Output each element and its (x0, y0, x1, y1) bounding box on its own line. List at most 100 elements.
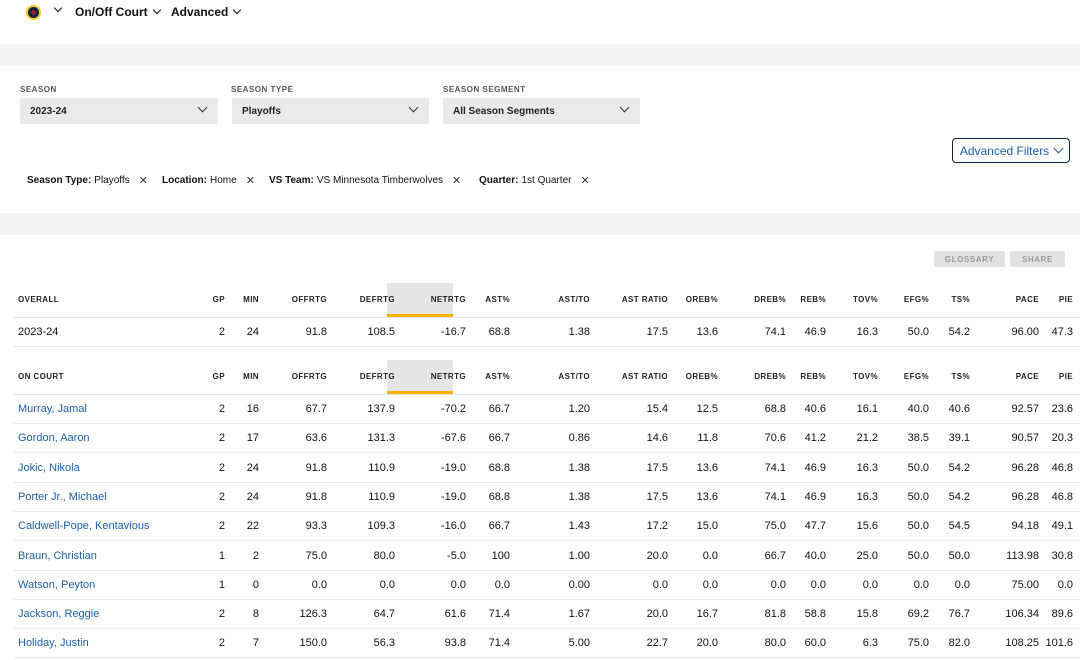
chip-key: Quarter: (479, 175, 519, 186)
column-header-oreb-pct[interactable]: OREB% (648, 281, 718, 317)
cell-ast-pct: 68.8 (488, 490, 510, 503)
cell-min: 24 (246, 326, 259, 338)
cell-ast-to: 0.00 (568, 578, 590, 591)
team-logo-icon[interactable] (26, 5, 41, 20)
close-icon[interactable]: ✕ (139, 174, 148, 187)
cell-min: 24 (246, 461, 259, 474)
cell-ast-pct: 71.4 (488, 637, 510, 650)
season-type-select[interactable]: Playoffs (232, 98, 429, 124)
cell-pie: 23.6 (1051, 403, 1073, 415)
cell-offrtg: 0.0 (311, 578, 327, 591)
on-court-header-row: ON COURT GP MIN OFFRTG DEFRTG NETRTG AST% AST/T… (14, 358, 1080, 394)
nav-item-label: On/Off Court (75, 5, 148, 19)
advanced-filters-label: Advanced Filters (959, 143, 1050, 158)
cell-offrtg: 126.3 (299, 608, 327, 621)
column-header-defrtg[interactable]: DEFRTG (325, 358, 395, 394)
cell-ast-to: 1.00 (568, 549, 590, 562)
cell-ast-to: 1.43 (568, 520, 590, 533)
cell-offrtg: 63.6 (305, 432, 327, 445)
column-header-pie[interactable]: PIE (1003, 281, 1073, 317)
column-header-offrtg[interactable]: OFFRTG (257, 281, 327, 317)
cell-ts-pct: 82.0 (948, 637, 970, 650)
nav-dropdown-advanced[interactable]: Advanced (171, 5, 242, 19)
cell-min: 24 (246, 490, 259, 503)
cell-pie: 46.8 (1051, 490, 1073, 503)
column-header-pie[interactable]: PIE (1003, 358, 1073, 394)
column-header-offrtg[interactable]: OFFRTG (257, 358, 327, 394)
cell-oreb-pct: 13.6 (696, 461, 718, 474)
column-header-ast-pct[interactable]: AST% (440, 281, 510, 317)
cell-min: 2 (252, 549, 259, 562)
cell-defrtg: 109.3 (367, 520, 395, 533)
season-value: 2023-24 (30, 105, 67, 117)
filter-chip-season-type: Season Type: Playoffs ✕ (27, 174, 148, 187)
cell-ast-pct: 0.0 (494, 578, 510, 591)
chip-value: 1st Quarter (521, 175, 572, 186)
season-segment-select[interactable]: All Season Segments (443, 98, 640, 124)
season-select[interactable]: 2023-24 (20, 98, 218, 124)
cell-oreb-pct: 15.0 (696, 520, 718, 533)
table-row: Murray, Jamal 2 16 67.7 137.9 -70.2 66.7 1.20 15… (14, 395, 1080, 424)
cell-ast-pct: 71.4 (488, 608, 510, 621)
filter-chip-location: Location: Home ✕ (162, 174, 255, 187)
column-header-ts-pct[interactable]: TS% (900, 281, 970, 317)
chevron-down-icon[interactable] (53, 3, 63, 13)
season-label: SEASON (20, 85, 57, 94)
glossary-button[interactable]: GLOSSARY (934, 251, 1005, 267)
column-header-defrtg[interactable]: DEFRTG (325, 281, 395, 317)
column-header-ast-to[interactable]: AST/TO (520, 281, 590, 317)
chevron-down-icon (152, 5, 161, 15)
cell-pie: 47.3 (1051, 326, 1073, 338)
close-icon[interactable]: ✕ (246, 174, 255, 187)
season-type-label: SEASON TYPE (231, 85, 294, 94)
chevron-down-icon (233, 5, 242, 15)
cell-ts-pct: 76.7 (948, 608, 970, 621)
cell-oreb-pct: 0.0 (702, 578, 718, 591)
cell-pie: 89.6 (1051, 608, 1073, 621)
chip-key: Season Type: (27, 175, 92, 186)
table-row: Porter Jr., Michael 2 24 91.8 110.9 -19.0 68.8… (14, 483, 1080, 512)
season-segment-label: SEASON SEGMENT (443, 85, 526, 94)
cell-defrtg: 131.3 (367, 432, 395, 445)
cell-offrtg: 67.7 (305, 403, 327, 415)
cell-ts-pct: 40.6 (948, 403, 970, 415)
cell-ast-to: 1.38 (568, 326, 590, 338)
table-row: Jackson, Reggie 2 8 126.3 64.7 61.6 71.4 1.67 20… (14, 600, 1080, 630)
column-header-min[interactable]: MIN (189, 358, 259, 394)
cell-ast-to: 1.67 (568, 608, 590, 621)
filter-chip-quarter: Quarter: 1st Quarter ✕ (479, 174, 590, 187)
advanced-filters-button[interactable]: Advanced Filters (952, 138, 1070, 163)
close-icon[interactable]: ✕ (580, 174, 589, 187)
column-header-ast-pct[interactable]: AST% (440, 358, 510, 394)
overall-header-row: OVERALL GP MIN OFFRTG DEFRTG NETRTG AST% AST/TO… (14, 281, 1080, 317)
cell-pie: 101.6 (1045, 637, 1073, 650)
share-button[interactable]: SHARE (1010, 251, 1065, 267)
filter-chip-vs-team: VS Team: VS Minnesota Timberwolves ✕ (269, 174, 461, 187)
cell-ast-pct: 68.8 (488, 326, 510, 338)
cell-ast-pct: 66.7 (488, 432, 510, 445)
table-row: Jokic, Nikola 2 24 91.8 110.9 -19.0 68.8 1.38 17… (14, 454, 1080, 483)
column-header-oreb-pct[interactable]: OREB% (648, 358, 718, 394)
cell-offrtg: 75.0 (305, 549, 327, 562)
cell-ts-pct: 0.0 (954, 578, 970, 591)
column-header-min[interactable]: MIN (189, 281, 259, 317)
nav-dropdown-on-off-court[interactable]: On/Off Court (75, 5, 161, 19)
close-icon[interactable]: ✕ (452, 174, 461, 187)
cell-ast-pct: 100 (491, 549, 510, 562)
cell-pie: 30.8 (1051, 549, 1073, 562)
column-header-ts-pct[interactable]: TS% (900, 358, 970, 394)
chip-value: VS Minnesota Timberwolves (316, 175, 444, 186)
section-divider (0, 213, 1080, 235)
cell-defrtg: 0.0 (379, 578, 395, 591)
chip-value: Home (210, 175, 237, 186)
cell-ts-pct: 54.2 (948, 490, 970, 503)
season-type-value: Playoffs (242, 105, 281, 117)
chip-key: Location: (162, 175, 207, 186)
cell-oreb-pct: 20.0 (696, 637, 718, 650)
table-row: 2023-24 2 24 91.8 108.5 -16.7 68.8 1.38 17.5 13.6… (14, 318, 1080, 347)
cell-ast-pct: 66.7 (488, 520, 510, 533)
table-row: Watson, Peyton 1 0 0.0 0.0 0.0 0.0 0.00 0.0 0.0 0.… (14, 571, 1080, 600)
column-header-ast-to[interactable]: AST/TO (520, 358, 590, 394)
chip-value: Playoffs (94, 175, 130, 186)
cell-oreb-pct: 13.6 (696, 490, 718, 503)
